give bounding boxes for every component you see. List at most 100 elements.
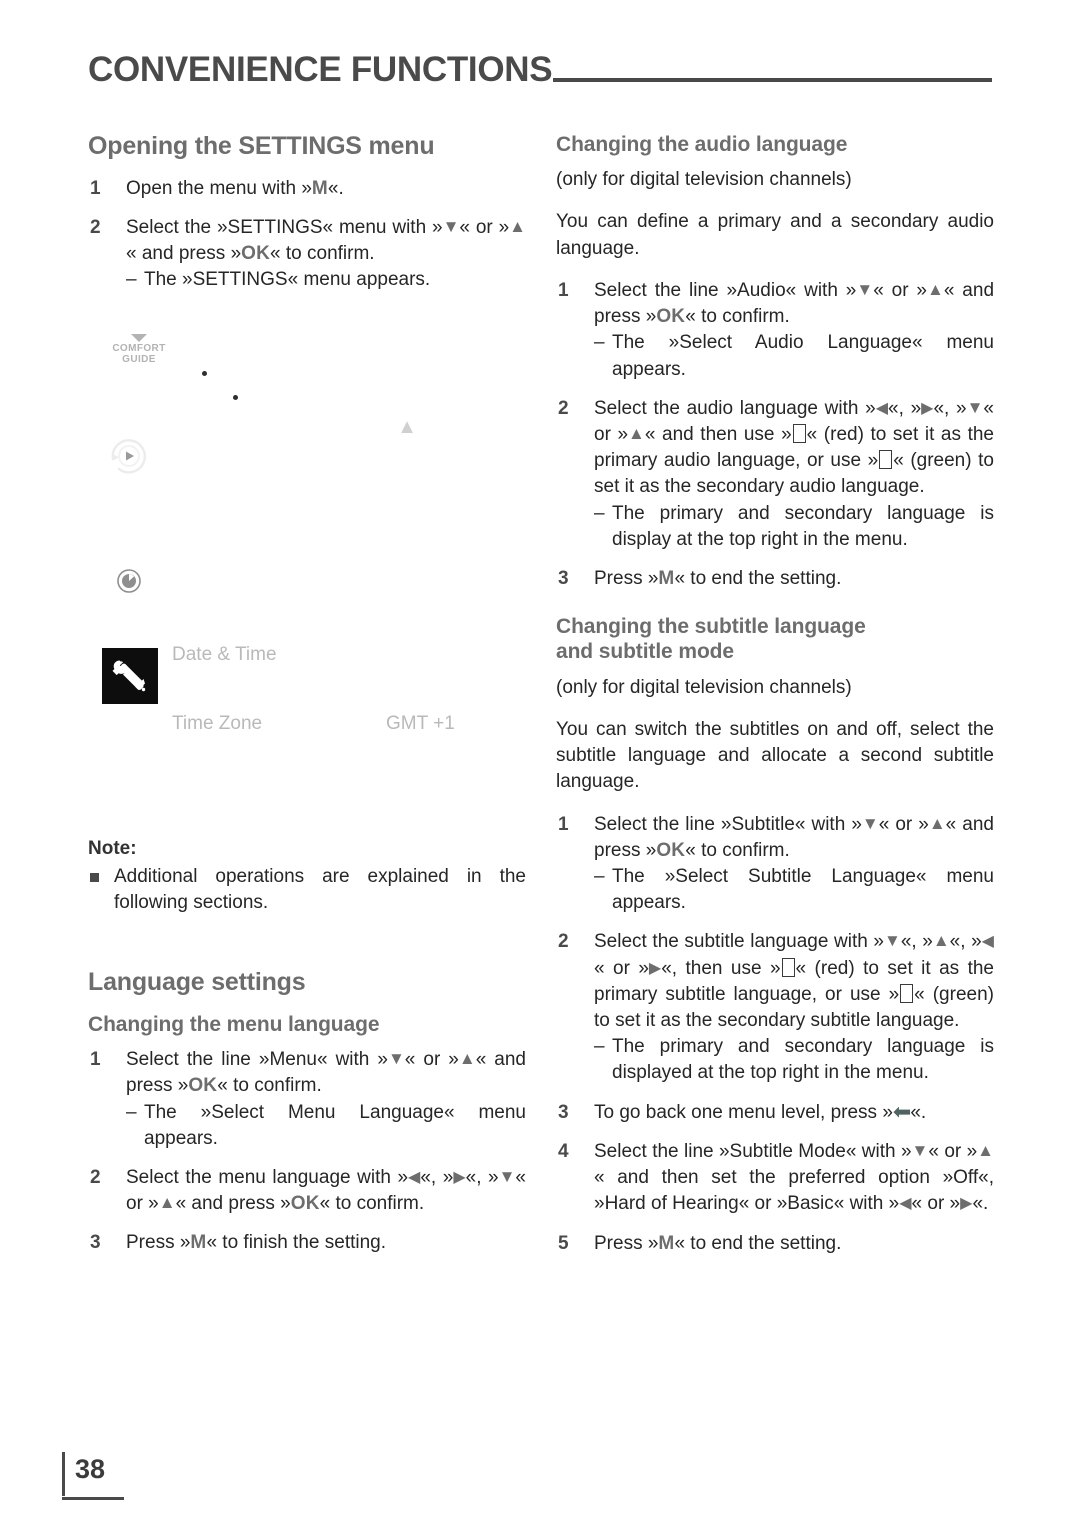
arrow-left-icon: ◀ [875,399,889,417]
step-text: «, » [888,397,922,419]
step-text: « to confirm. [685,839,790,861]
step-text: « or » [873,279,928,301]
menu-dot-marker [233,395,238,400]
arrow-down-icon: ▼ [911,1140,929,1160]
step-text: « or » [928,1140,978,1162]
step-text: Press » [594,1232,659,1254]
step-text: « to end the setting. [674,568,842,590]
comfort-guide-line1: COMFORT [112,343,166,354]
key-ok-label: OK [656,839,686,861]
step-text: Select the subtitle language with » [594,931,884,953]
step-text: « or » [878,813,929,835]
arrow-down-icon: ▼ [861,813,879,833]
comfort-guide-line2: GUIDE [122,354,156,365]
arrow-up-icon: ▲ [509,216,526,236]
arrow-up-icon: ▲ [158,1193,176,1213]
menu-value-time-zone: GMT +1 [386,713,455,734]
heading-opening-settings-menu: Opening the SETTINGS menu [88,132,435,160]
key-m-label: M [311,177,328,199]
audio-availability-note: (only for digital television channels) [556,169,852,191]
step-text: «, » [949,931,982,953]
document-page: CONVENIENCE FUNCTIONS Opening the SETTIN… [0,0,1080,1532]
steps-menu-language: 1 Select the line »Menu« with »▼« or »▲«… [88,1047,526,1257]
replay-play-icon [106,433,152,479]
step-text: « to confirm. [319,1193,425,1215]
arrow-up-icon: ▲ [628,423,645,443]
step-item: 2 Select the audio language with »◀«, »▶… [556,396,994,553]
key-m-label: M [658,568,675,590]
header-rule [553,78,992,82]
step-number: 3 [90,1232,101,1254]
left-column: Opening the SETTINGS menu 1 Open the men… [88,132,526,307]
step-result: The primary and secondary language is di… [594,1034,994,1086]
note-title: Note: [88,838,137,859]
arrow-left-icon: ◀ [981,933,994,951]
step-item: 2 Select the menu language with »◀«, »▶«… [88,1165,526,1217]
page-header: CONVENIENCE FUNCTIONS [88,52,992,87]
step-text: « to confirm. [217,1075,322,1097]
step-item: 1 Open the menu with »M«. [88,176,526,202]
step-item: 3 Press »M« to finish the setting. [88,1230,526,1256]
arrow-down-icon: ▼ [442,216,460,236]
step-text: « or » [911,1193,961,1215]
step-text: « or » [459,216,510,238]
step-number: 1 [558,279,569,301]
step-number: 5 [558,1232,569,1254]
page-title: CONVENIENCE FUNCTIONS [88,50,553,89]
caret-down-icon [131,334,147,342]
step-text: « to finish the setting. [206,1232,387,1254]
step-item: 1 Select the line »Audio« with »▼« or »▲… [556,278,994,383]
chevron-up-icon: ▲ [397,416,417,438]
key-ok-label: OK [188,1075,218,1097]
subtitle-intro-paragraph: You can switch the subtitles on and off,… [556,718,994,793]
step-item: 2 Select the »SETTINGS« menu with »▼« or… [88,215,526,294]
step-number: 3 [558,568,569,590]
heading-language-settings: Language settings [88,968,306,997]
tv-settings-menu-screenshot: COMFORT GUIDE ▲ Date & Time Time Zone GM… [88,318,526,788]
arrow-down-icon: ▼ [883,931,901,951]
step-result: The primary and secondary language is di… [594,501,994,553]
menu-item-time-zone: Time Zone [172,713,263,734]
step-result: The »SETTINGS« menu appears. [126,267,526,293]
step-text: « to confirm. [270,242,375,264]
step-number: 1 [90,1049,101,1071]
green-key-icon [879,450,893,470]
key-ok-label: OK [656,306,686,328]
page-number: 38 [75,1454,106,1484]
arrow-back-icon: ⬅ [892,1098,911,1124]
step-item: 4 Select the line »Subtitle Mode« with »… [556,1139,994,1218]
step-text: Select the audio language with » [594,397,876,419]
arrow-down-icon: ▼ [856,279,874,299]
step-text-before: Open the menu with » [126,177,312,199]
arrow-left-icon: ◀ [899,1195,912,1213]
step-text: «, » [420,1167,454,1188]
folio-vertical-rule [62,1452,65,1496]
key-m-label: M [658,1232,675,1254]
step-number: 2 [90,216,101,238]
step-number: 1 [558,813,569,835]
step-text: « or » [404,1049,459,1071]
step-text: «, then use » [661,957,781,979]
step-result: The »Select Subtitle Language« menu appe… [594,864,994,916]
left-column-lower: Note: Additional operations are explaine… [88,838,526,1271]
step-item: 1 Select the line »Menu« with »▼« or »▲ «… [88,1047,526,1152]
menu-dot-marker [202,371,207,376]
right-column: Changing the audio language (only for di… [556,132,994,1271]
step-number: 2 [558,397,569,419]
step-result: The »Select Menu Language« menu appears. [126,1100,526,1152]
subtitle-availability-note: (only for digital television channels) [556,676,852,698]
step-number: 2 [558,931,569,953]
step-text-after: «. [327,177,344,199]
arrow-up-icon: ▲ [977,1140,994,1160]
square-bullet-icon [90,873,99,882]
step-text: Select the line »Subtitle« with » [594,813,862,835]
step-text: To go back one menu level, press » [594,1101,893,1123]
arrow-right-icon: ▶ [453,1169,466,1186]
page-folio: 38 [62,1452,130,1500]
steps-opening-settings: 1 Open the menu with »M«. 2 Select the »… [88,176,526,294]
step-text: « and then use » [644,423,792,445]
step-text: Press » [126,1232,191,1254]
step-text: « or » [594,957,649,979]
heading-changing-subtitle-language: Changing the subtitle language and subti… [556,614,994,664]
green-key-icon [900,983,914,1003]
